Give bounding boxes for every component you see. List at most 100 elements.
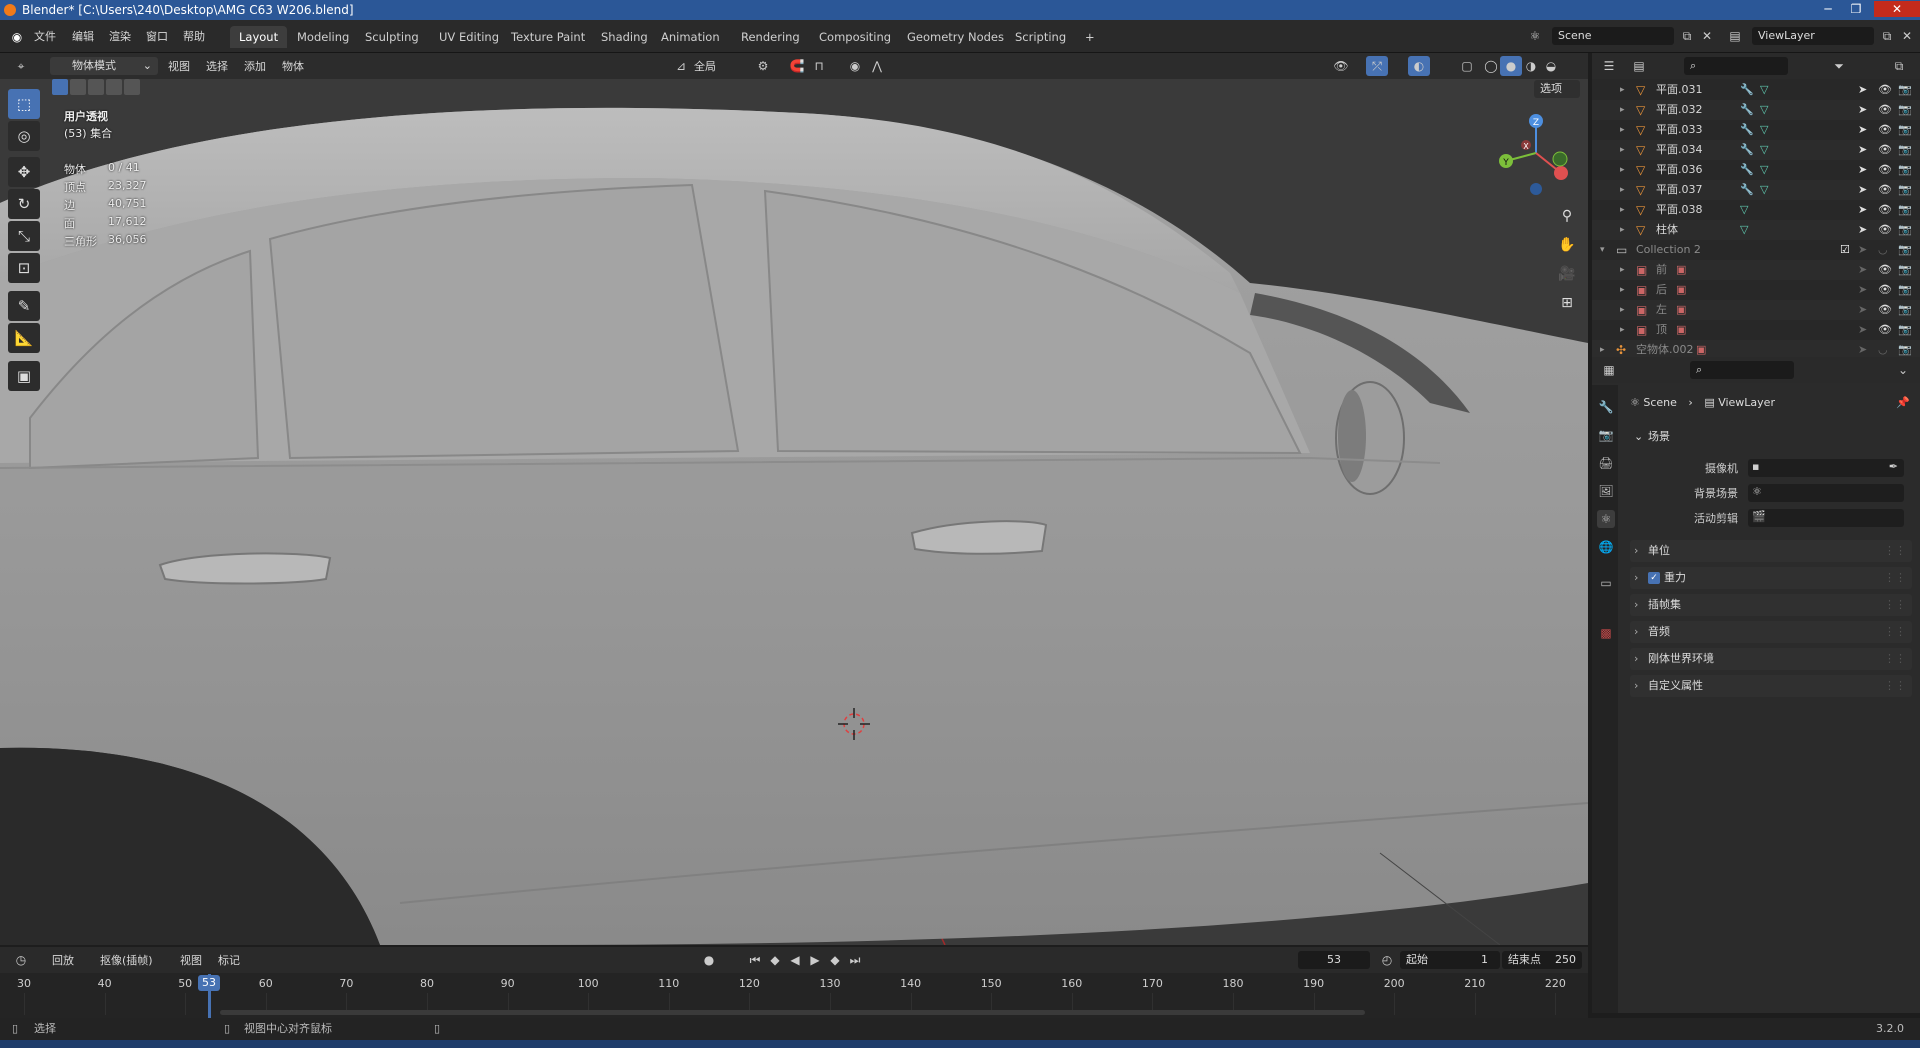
annotate-tool-icon[interactable]: ✎ [8, 291, 40, 321]
image-data-icon[interactable]: ▣ [1676, 300, 1686, 320]
jump-end-icon[interactable]: ⏭ [844, 950, 866, 970]
outliner-row[interactable]: ▸ ▽ 平面.034 🔧 ▽ ➤ 👁 📷 [1592, 140, 1920, 160]
workspace-tab[interactable]: Scripting [1006, 26, 1075, 48]
render-camera-icon[interactable]: 📷 [1898, 200, 1912, 220]
chevron-right-icon[interactable]: ▸ [1620, 160, 1625, 180]
outliner-row[interactable]: ▸ ▣ 前 ▣ ➤ 👁 📷 [1592, 260, 1920, 280]
workspace-tab[interactable]: UV Editing [430, 26, 508, 48]
delete-view-layer-icon[interactable]: ✕ [1896, 26, 1918, 46]
chevron-right-icon[interactable]: ▸ [1620, 140, 1625, 160]
outliner-editor-icon[interactable]: ☰ [1598, 56, 1620, 76]
menu-render[interactable]: 渲染 [109, 27, 131, 47]
chevron-right-icon[interactable]: ▸ [1620, 120, 1625, 140]
mesh-data-icon[interactable]: ▽ [1740, 200, 1748, 220]
outliner-row[interactable]: ▸ ▣ 左 ▣ ➤ 👁 📷 [1592, 300, 1920, 320]
drag-handle-icon[interactable]: ⋮⋮ [1884, 621, 1906, 643]
pivot-point-icon[interactable]: ⚙ [752, 56, 774, 76]
image-data-icon[interactable]: ▣ [1676, 260, 1686, 280]
maximize-button[interactable]: ❐ [1846, 1, 1866, 17]
outliner-row[interactable]: ▸ ▽ 平面.036 🔧 ▽ ➤ 👁 📷 [1592, 160, 1920, 180]
select-invert-icon[interactable] [106, 79, 122, 95]
move-tool-icon[interactable]: ✥ [8, 157, 40, 187]
properties-panel-header[interactable]: › 插帧集 ⋮⋮ [1630, 594, 1912, 616]
scene-panel-header[interactable]: ⌄ 场景 [1630, 426, 1912, 448]
active-clip-field[interactable]: 🎬 [1748, 509, 1904, 527]
workspace-tab[interactable]: + [1076, 26, 1104, 48]
proportional-edit-icon[interactable]: ◉ [844, 56, 866, 76]
modifier-icon[interactable]: 🔧 [1740, 180, 1754, 200]
scene-icon[interactable]: ⚛ [1524, 26, 1546, 46]
filter-icon[interactable]: ⏷ [1828, 56, 1850, 76]
visibility-eye-icon[interactable]: 👁 [1878, 220, 1892, 240]
transform-tool-icon[interactable]: ⊡ [8, 253, 40, 283]
chevron-right-icon[interactable]: ▸ [1620, 220, 1625, 240]
selectable-icon[interactable]: ➤ [1858, 100, 1867, 120]
visibility-eye-icon[interactable]: 👁 [1878, 280, 1892, 300]
selectable-icon[interactable]: ➤ [1858, 140, 1867, 160]
render-camera-icon[interactable]: 📷 [1898, 160, 1912, 180]
outliner-row[interactable]: ▸ ▣ 顶 ▣ ➤ 👁 📷 [1592, 320, 1920, 340]
mode-selector[interactable]: 物体模式 ⌄ [50, 57, 158, 75]
menu-window[interactable]: 窗口 [146, 27, 168, 47]
outliner-row[interactable]: ▸ ▽ 平面.037 🔧 ▽ ➤ 👁 📷 [1592, 180, 1920, 200]
timeline-editor-icon[interactable]: ◷ [10, 950, 32, 970]
menu-add[interactable]: 添加 [244, 58, 266, 75]
keying-menu[interactable]: 抠像(插帧) [100, 952, 153, 969]
outliner-row[interactable]: ▸ ▽ 平面.032 🔧 ▽ ➤ 👁 📷 [1592, 100, 1920, 120]
rotate-tool-icon[interactable]: ↻ [8, 189, 40, 219]
selectable-icon[interactable]: ➤ [1858, 180, 1867, 200]
visibility-eye-icon[interactable]: ◡ [1878, 240, 1888, 260]
marker-menu[interactable]: 标记 [218, 952, 240, 969]
render-camera-icon[interactable]: 📷 [1898, 300, 1912, 320]
selectable-icon[interactable]: ➤ [1858, 280, 1867, 300]
selectable-icon[interactable]: ➤ [1858, 320, 1867, 340]
timeline[interactable]: 30 40 50 60 70 80 90 100 110 120 130 140 150 160 170 18… [0, 973, 1588, 1018]
selectable-icon[interactable]: ➤ [1858, 160, 1867, 180]
outliner-row[interactable]: ▸ ▽ 平面.038 ▽ ➤ 👁 📷 [1592, 200, 1920, 220]
clock-icon[interactable]: ◴ [1376, 950, 1398, 970]
visibility-eye-icon[interactable]: 👁 [1878, 260, 1892, 280]
chevron-down-icon[interactable]: ▾ [1600, 240, 1605, 260]
perspective-grid-icon[interactable]: ⊞ [1554, 290, 1580, 316]
mesh-data-icon[interactable]: ▽ [1760, 80, 1768, 100]
exclude-checkbox-icon[interactable]: ☑ [1840, 240, 1850, 260]
drag-handle-icon[interactable]: ⋮⋮ [1884, 648, 1906, 670]
pan-hand-icon[interactable]: ✋ [1554, 232, 1580, 258]
current-frame-field[interactable]: 53 [1298, 951, 1370, 969]
drag-handle-icon[interactable]: ⋮⋮ [1884, 567, 1906, 589]
outliner-row[interactable]: ▸ ▽ 平面.031 🔧 ▽ ➤ 👁 📷 [1592, 80, 1920, 100]
scale-tool-icon[interactable]: ⤡ [8, 221, 40, 251]
select-intersect-icon[interactable] [124, 79, 140, 95]
select-box-tool-icon[interactable]: ⬚ [8, 89, 40, 119]
properties-panel-header[interactable]: › 刚体世界环境 ⋮⋮ [1630, 648, 1912, 670]
drag-handle-icon[interactable]: ⋮⋮ [1884, 540, 1906, 562]
camera-view-icon[interactable]: 🎥 [1554, 261, 1580, 287]
timeline-view-menu[interactable]: 视图 [180, 952, 202, 969]
outliner-row[interactable]: ▸ ▽ 柱体 ▽ ➤ 👁 📷 [1592, 220, 1920, 240]
next-keyframe-icon[interactable]: ◆ [824, 950, 846, 970]
workspace-tab[interactable]: Animation [652, 26, 729, 48]
visibility-eye-icon[interactable]: 👁 [1878, 300, 1892, 320]
visibility-eye-icon[interactable]: 👁 [1878, 120, 1892, 140]
modifier-icon[interactable]: 🔧 [1740, 120, 1754, 140]
snap-icon[interactable]: 🧲 [786, 56, 808, 76]
render-camera-icon[interactable]: 📷 [1898, 240, 1912, 260]
select-extend-icon[interactable] [70, 79, 86, 95]
image-data-icon[interactable]: ▣ [1676, 320, 1686, 340]
workspace-tab[interactable]: Modeling [288, 26, 358, 48]
scene-selector[interactable]: Scene [1552, 27, 1674, 45]
chevron-right-icon[interactable]: ▸ [1620, 100, 1625, 120]
play-reverse-icon[interactable]: ◀ [784, 950, 806, 970]
selectable-icon[interactable]: ➤ [1858, 220, 1867, 240]
outliner-row[interactable]: ▾ ▭ Collection 2 ☑ ➤ ◡ 📷 [1592, 240, 1920, 260]
pin-icon[interactable]: 📌 [1896, 396, 1910, 409]
render-camera-icon[interactable]: 📷 [1898, 100, 1912, 120]
chevron-right-icon[interactable]: ▸ [1620, 300, 1625, 320]
options-dropdown[interactable]: 选项 [1534, 80, 1580, 98]
workspace-tab[interactable]: Shading [592, 26, 657, 48]
3d-viewport[interactable]: 用户透视 (53) 集合 物体 0 / 41 顶点 23,327 边 40,751 面 17,… [0, 53, 1588, 945]
chevron-right-icon[interactable]: ▸ [1620, 200, 1625, 220]
select-mode-buttons[interactable] [52, 79, 140, 97]
selectable-icon[interactable]: ➤ [1858, 200, 1867, 220]
selectable-icon[interactable]: ➤ [1858, 300, 1867, 320]
